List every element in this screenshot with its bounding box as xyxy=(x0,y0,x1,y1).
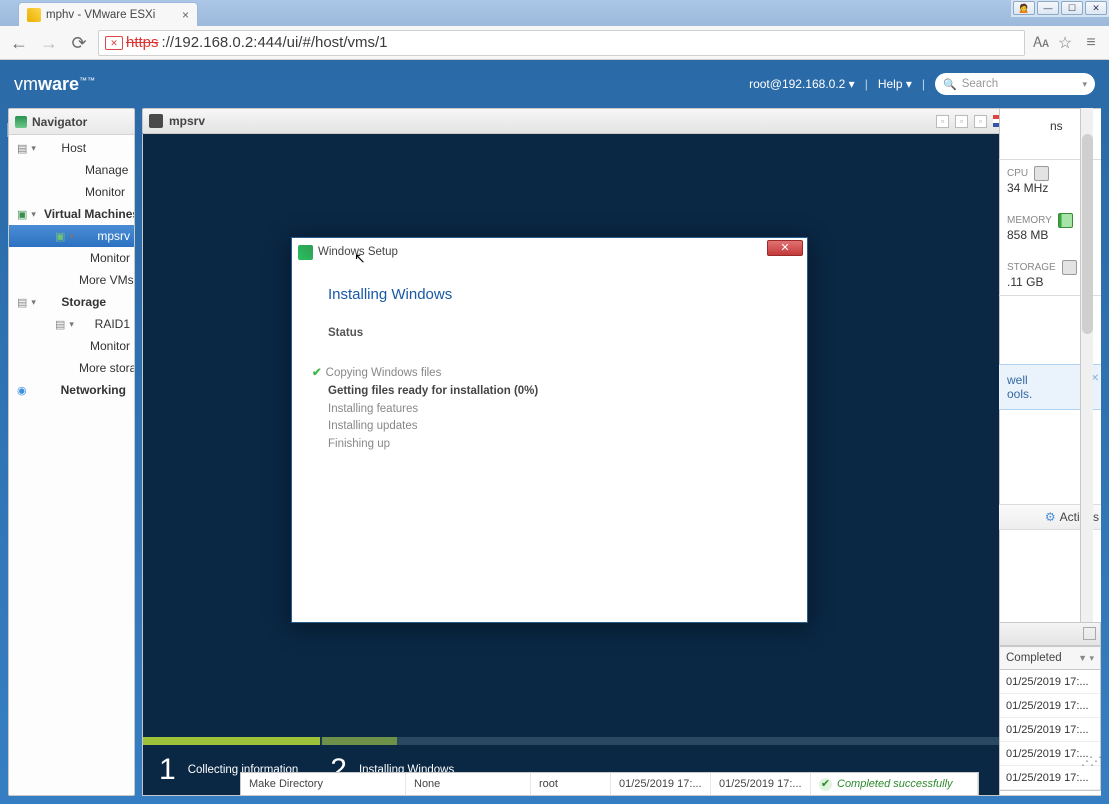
console-control-1[interactable]: ▫ xyxy=(936,115,949,128)
event-row[interactable]: 01/25/2019 17:... xyxy=(1000,718,1100,742)
event-row[interactable]: 01/25/2019 17:... xyxy=(1000,694,1100,718)
back-button[interactable]: ← xyxy=(8,32,30,54)
url-path: ://192.168.0.2:444/ui/#/host/vms/1 xyxy=(162,34,388,51)
global-search[interactable]: 🔍 Search xyxy=(935,73,1095,95)
sidebar-item-manage[interactable]: Manage xyxy=(9,159,134,181)
browser-menu-icon[interactable]: ≡ xyxy=(1081,34,1101,52)
setup-step: Installing updates xyxy=(328,418,771,436)
task-time-1: 01/25/2019 17:... xyxy=(611,773,711,795)
search-icon: 🔍 xyxy=(943,78,957,91)
windows-setup-dialog: Windows Setup ↖ ✕ Installing Windows Sta… xyxy=(291,237,808,623)
vm-header-bar: mpsrv ▫ ▫ ▫ ⚙ Actions × xyxy=(142,108,1101,134)
tab-close-icon[interactable]: × xyxy=(182,8,189,22)
sidebar-item-mpsrv[interactable]: ▾mpsrv xyxy=(9,225,134,247)
forward-button[interactable]: → xyxy=(38,32,60,54)
https-warning-icon: ✕ xyxy=(105,36,123,50)
console-control-2[interactable]: ▫ xyxy=(955,115,968,128)
tab-title: mphv - VMware ESXi xyxy=(46,9,155,21)
vm-console-icon xyxy=(149,114,163,128)
os-window-controls: 🙍 — ☐ ✕ xyxy=(1011,0,1109,17)
sidebar-item-raid1[interactable]: ▾RAID1 xyxy=(9,313,134,335)
setup-step: Copying Windows files xyxy=(328,365,771,383)
gear-icon: ⚙ xyxy=(1015,113,1027,129)
task-target: None xyxy=(406,773,531,795)
sidebar-item-storage[interactable]: ▾Storage xyxy=(9,291,134,313)
windows-setup-icon xyxy=(298,245,313,260)
os-maximize-button[interactable]: ☐ xyxy=(1061,1,1083,15)
task-row[interactable]: Make Directory None root 01/25/2019 17:.… xyxy=(240,772,979,796)
os-close-button[interactable]: ✕ xyxy=(1085,1,1107,15)
sidebar-item-more-storage-[interactable]: More storage... xyxy=(9,357,134,379)
search-placeholder: Search xyxy=(962,78,998,90)
sidebar-item-more-vms-[interactable]: More VMs... xyxy=(9,269,134,291)
translate-icon[interactable]: 🗛 xyxy=(1033,34,1049,51)
navigator-sidebar: Navigator ▾HostManageMonitor▾Virtual Mac… xyxy=(8,108,135,796)
navigator-header: Navigator xyxy=(9,109,134,135)
actions-dropdown[interactable]: Actions xyxy=(1033,114,1072,128)
console-control-3[interactable]: ▫ xyxy=(974,115,987,128)
event-row[interactable]: 01/25/2019 17:... xyxy=(1000,766,1100,790)
os-user-button[interactable]: 🙍 xyxy=(1013,1,1035,15)
installing-heading: Installing Windows xyxy=(328,286,771,303)
event-row[interactable]: 01/25/2019 17:... xyxy=(1000,670,1100,694)
sidebar-item-monitor[interactable]: Monitor xyxy=(9,181,134,203)
sidebar-item-monitor[interactable]: Monitor xyxy=(9,247,134,269)
collapse-icon[interactable] xyxy=(1083,627,1096,640)
help-menu[interactable]: Help ▾ xyxy=(878,77,912,91)
dialog-close-button[interactable]: ✕ xyxy=(767,240,803,256)
resize-grip-icon[interactable]: ⋰⋰ xyxy=(1081,754,1099,768)
task-name: Make Directory xyxy=(241,773,406,795)
task-user: root xyxy=(531,773,611,795)
status-label: Status xyxy=(328,327,771,339)
sidebar-item-monitor[interactable]: Monitor xyxy=(9,335,134,357)
sidebar-item-virtual-machines[interactable]: ▾Virtual Machines xyxy=(9,203,134,225)
tasks-panel-header[interactable] xyxy=(999,622,1101,646)
sidebar-item-networking[interactable]: Networking xyxy=(9,379,134,401)
address-bar[interactable]: ✕ https ://192.168.0.2:444/ui/#/host/vms… xyxy=(98,30,1025,56)
browser-tab[interactable]: mphv - VMware ESXi × xyxy=(18,2,198,26)
task-time-2: 01/25/2019 17:... xyxy=(711,773,811,795)
setup-step: Getting files ready for installation (0%… xyxy=(328,383,771,401)
mouse-cursor-icon: ↖ xyxy=(354,250,366,267)
vm-name: mpsrv xyxy=(169,114,205,128)
setup-step: Finishing up xyxy=(328,436,771,454)
vm-console-viewport[interactable]: Windows Setup ↖ ✕ Installing Windows Sta… xyxy=(142,134,1101,796)
reload-button[interactable]: ⟳ xyxy=(68,32,90,54)
navigator-icon xyxy=(15,116,27,128)
sidebar-item-host[interactable]: ▾Host xyxy=(9,137,134,159)
os-minimize-button[interactable]: — xyxy=(1037,1,1059,15)
completed-filter[interactable]: Completed xyxy=(999,646,1101,670)
setup-step: Installing features xyxy=(328,401,771,419)
url-scheme: https xyxy=(126,34,159,51)
tab-favicon-icon xyxy=(27,8,41,22)
bookmark-icon[interactable]: ☆ xyxy=(1055,33,1075,53)
events-list: 01/25/2019 17:...01/25/2019 17:...01/25/… xyxy=(999,670,1101,791)
task-status: Completed successfully xyxy=(811,773,978,795)
keyboard-flag-icon[interactable] xyxy=(993,115,1009,127)
user-menu[interactable]: root@192.168.0.2 ▾ xyxy=(749,77,855,91)
vmware-logo: vmware™ESXi™ xyxy=(14,74,95,95)
